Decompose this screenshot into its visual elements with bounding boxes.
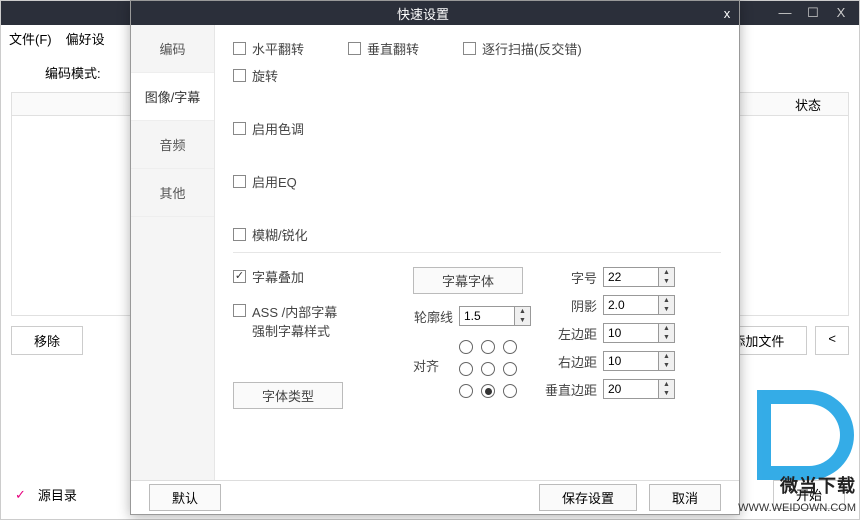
align-tc[interactable] xyxy=(481,340,495,354)
label-blur: 模糊/锐化 xyxy=(252,225,308,244)
align-tr[interactable] xyxy=(503,340,517,354)
label-ass-force: ASS /内部字幕 强制字幕样式 xyxy=(252,302,337,340)
label-rotate: 旋转 xyxy=(252,66,278,85)
menu-pref[interactable]: 偏好设 xyxy=(66,29,105,48)
checkbox-ass-force[interactable] xyxy=(233,304,246,317)
checkbox-blur[interactable] xyxy=(233,228,246,241)
source-dir-label: 源目录 xyxy=(38,485,77,504)
down-icon[interactable]: ▼ xyxy=(659,305,674,314)
tab-image-subtitle[interactable]: 图像/字幕 xyxy=(131,73,214,121)
up-icon[interactable]: ▲ xyxy=(659,268,674,277)
shadow-spinner[interactable]: ▲▼ xyxy=(603,295,675,315)
shadow-label: 阴影 xyxy=(541,296,597,315)
up-icon[interactable]: ▲ xyxy=(659,380,674,389)
remove-button[interactable]: 移除 xyxy=(11,326,83,355)
close-icon[interactable]: X xyxy=(827,3,855,23)
align-mc[interactable] xyxy=(481,362,495,376)
checkbox-sub-overlay[interactable] xyxy=(233,270,246,283)
align-tl[interactable] xyxy=(459,340,473,354)
checkbox-hue[interactable] xyxy=(233,122,246,135)
align-mr[interactable] xyxy=(503,362,517,376)
dialog-content: 水平翻转 垂直翻转 逐行扫描(反交错) 旋转 启用色调 启用EQ 模糊/锐化 xyxy=(215,25,739,480)
align-bl[interactable] xyxy=(459,384,473,398)
quick-settings-dialog: 快速设置 x 编码 图像/字幕 音频 其他 水平翻转 垂直翻转 逐行扫描(反交错… xyxy=(130,0,740,515)
checkbox-rotate[interactable] xyxy=(233,69,246,82)
check-icon[interactable]: ✓ xyxy=(15,487,26,503)
save-button[interactable]: 保存设置 xyxy=(539,484,637,511)
watermark-url: WWW.WEIDOWN.COM xyxy=(738,502,856,514)
watermark-text: 微当下载 xyxy=(780,472,856,498)
fontsize-spinner[interactable]: ▲▼ xyxy=(603,267,675,287)
outline-input[interactable] xyxy=(459,306,515,326)
checkbox-deinterlace[interactable] xyxy=(463,42,476,55)
down-icon[interactable]: ▼ xyxy=(659,333,674,342)
margin-v-label: 垂直边距 xyxy=(541,380,597,399)
down-icon[interactable]: ▼ xyxy=(659,361,674,370)
small-button[interactable]: < xyxy=(815,326,849,355)
label-deinterlace: 逐行扫描(反交错) xyxy=(482,39,582,58)
margin-v-spinner[interactable]: ▲▼ xyxy=(603,379,675,399)
default-button[interactable]: 默认 xyxy=(149,484,221,511)
tab-other[interactable]: 其他 xyxy=(131,169,214,217)
checkbox-eq[interactable] xyxy=(233,175,246,188)
down-icon[interactable]: ▼ xyxy=(659,277,674,286)
outline-spinner[interactable]: ▲▼ xyxy=(459,306,531,326)
maximize-icon[interactable]: ☐ xyxy=(799,3,827,23)
align-grid xyxy=(457,338,519,400)
close-icon[interactable]: x xyxy=(715,6,739,21)
margin-l-spinner[interactable]: ▲▼ xyxy=(603,323,675,343)
dialog-title: 快速设置 xyxy=(131,4,715,23)
fontsize-label: 字号 xyxy=(541,268,597,287)
col-status: 状态 xyxy=(768,95,848,114)
margin-r-spinner[interactable]: ▲▼ xyxy=(603,351,675,371)
dialog-footer: 默认 保存设置 取消 xyxy=(131,480,739,514)
menu-file[interactable]: 文件(F) xyxy=(9,29,52,48)
minimize-icon[interactable]: — xyxy=(771,3,799,23)
shadow-input[interactable] xyxy=(603,295,659,315)
down-icon[interactable]: ▼ xyxy=(659,389,674,398)
tab-encode[interactable]: 编码 xyxy=(131,25,214,73)
subtitle-font-button[interactable]: 字幕字体 xyxy=(413,267,523,294)
up-icon[interactable]: ▲ xyxy=(659,296,674,305)
align-br[interactable] xyxy=(503,384,517,398)
margin-l-input[interactable] xyxy=(603,323,659,343)
font-type-button[interactable]: 字体类型 xyxy=(233,382,343,409)
fontsize-input[interactable] xyxy=(603,267,659,287)
label-sub-overlay: 字幕叠加 xyxy=(252,267,304,286)
align-bc[interactable] xyxy=(481,384,495,398)
margin-r-input[interactable] xyxy=(603,351,659,371)
align-ml[interactable] xyxy=(459,362,473,376)
label-eq: 启用EQ xyxy=(252,172,297,191)
outline-label: 轮廓线 xyxy=(413,307,453,326)
checkbox-vflip[interactable] xyxy=(348,42,361,55)
label-hflip: 水平翻转 xyxy=(252,39,304,58)
margin-r-label: 右边距 xyxy=(541,352,597,371)
up-icon[interactable]: ▲ xyxy=(515,307,530,316)
checkbox-hflip[interactable] xyxy=(233,42,246,55)
dialog-sidebar: 编码 图像/字幕 音频 其他 xyxy=(131,25,215,480)
dialog-titlebar: 快速设置 x xyxy=(131,1,739,25)
cancel-button[interactable]: 取消 xyxy=(649,484,721,511)
margin-l-label: 左边距 xyxy=(541,324,597,343)
label-vflip: 垂直翻转 xyxy=(367,39,419,58)
down-icon[interactable]: ▼ xyxy=(515,316,530,325)
label-hue: 启用色调 xyxy=(252,119,304,138)
tab-audio[interactable]: 音频 xyxy=(131,121,214,169)
up-icon[interactable]: ▲ xyxy=(659,324,674,333)
align-label: 对齐 xyxy=(413,338,439,375)
margin-v-input[interactable] xyxy=(603,379,659,399)
up-icon[interactable]: ▲ xyxy=(659,352,674,361)
